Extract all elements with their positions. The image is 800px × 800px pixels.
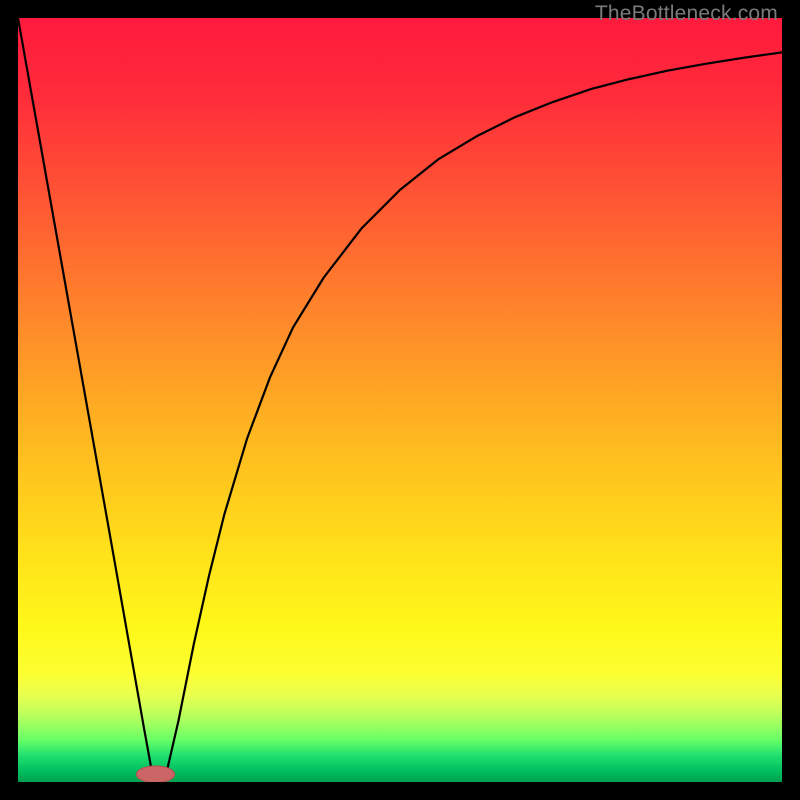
- bottleneck-chart: [18, 18, 782, 782]
- optimum-marker: [136, 766, 174, 782]
- watermark-text: TheBottleneck.com: [595, 2, 778, 26]
- chart-frame: [18, 18, 782, 782]
